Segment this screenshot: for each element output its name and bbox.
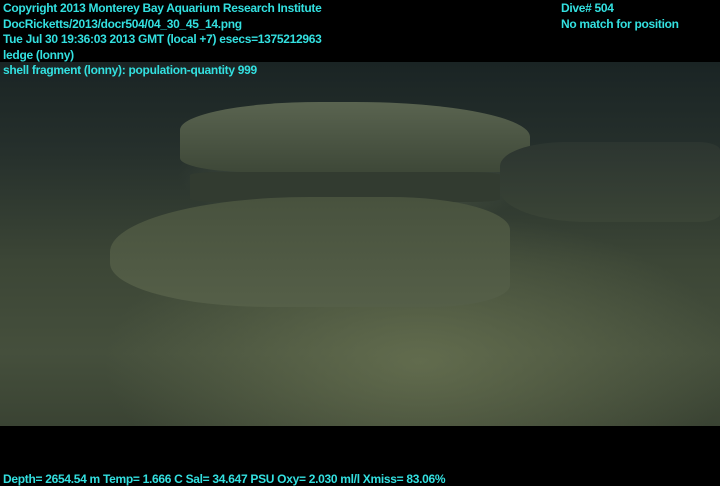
rock-ledge-right [500,142,720,222]
file-path-text: DocRicketts/2013/docr504/04_30_45_14.png [3,17,242,31]
copyright-text: Copyright 2013 Monterey Bay Aquarium Res… [3,1,322,15]
position-status-text: No match for position [561,17,679,31]
rock-ledge-slope [110,197,510,307]
seafloor-image [0,62,720,426]
rock-ledge-top [180,102,530,172]
timestamp-text: Tue Jul 30 19:36:03 2013 GMT (local +7) … [3,32,322,46]
sensor-readout-text: Depth= 2654.54 m Temp= 1.666 C Sal= 34.6… [3,472,446,486]
annotation-ledge: ledge (lonny) [3,48,74,62]
dive-number-text: Dive# 504 [561,1,614,15]
video-frame: Copyright 2013 Monterey Bay Aquarium Res… [0,0,720,486]
annotation-shell-fragment: shell fragment (lonny): population-quant… [3,63,257,77]
